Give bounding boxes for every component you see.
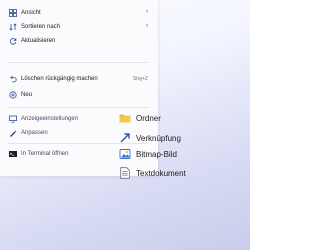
chevron-right-icon: ›	[146, 23, 148, 29]
refresh-icon	[9, 37, 17, 45]
folder-icon	[119, 112, 131, 124]
menu-item-label: Aktualisieren	[21, 38, 56, 44]
menu-separator	[8, 62, 148, 63]
submenu-item-label: Bitmap-Bild	[136, 149, 177, 159]
new-icon	[9, 91, 17, 99]
new-submenu: Ordner Verknüpfung Bitmap-Bild Textdokum…	[114, 103, 226, 195]
menu-item-sort-by[interactable]: Sortieren nach ›	[0, 20, 158, 34]
menu-item-view[interactable]: Ansicht ›	[0, 6, 158, 20]
undo-icon	[9, 75, 17, 83]
bitmap-image-icon	[119, 148, 131, 160]
menu-item-label: Anpassen	[21, 130, 48, 136]
shortcut-arrow-icon	[119, 132, 131, 144]
chevron-right-icon: ›	[146, 9, 148, 15]
submenu-item-bitmap[interactable]: Bitmap-Bild	[114, 145, 226, 163]
submenu-item-folder[interactable]: Ordner	[114, 109, 226, 127]
display-settings-icon	[9, 115, 17, 123]
menu-item-label: Anzeigeeinstellungen	[21, 116, 79, 122]
terminal-icon	[9, 150, 17, 158]
view-grid-icon	[9, 9, 17, 17]
menu-item-label: Neu	[21, 92, 33, 98]
keyboard-shortcut: Strg+Z	[132, 76, 148, 82]
menu-item-label: Sortieren nach	[21, 24, 61, 30]
sort-icon	[9, 23, 17, 31]
menu-item-label: Ansicht	[21, 10, 41, 16]
menu-item-label: Löschen rückgängig machen	[21, 76, 98, 82]
submenu-item-text-document[interactable]: Textdokument	[114, 164, 226, 182]
menu-item-refresh[interactable]: Aktualisieren	[0, 34, 158, 48]
submenu-item-label: Ordner	[136, 113, 161, 123]
submenu-item-label: Verknüpfung	[136, 133, 181, 143]
menu-item-new[interactable]: Neu	[0, 88, 158, 102]
menu-item-undo-delete[interactable]: Löschen rückgängig machen Strg+Z	[0, 72, 158, 86]
text-document-icon	[119, 167, 131, 179]
submenu-item-label: Textdokument	[136, 168, 186, 178]
menu-item-label: In Terminal öffnen	[21, 151, 69, 157]
personalize-icon	[9, 129, 17, 137]
